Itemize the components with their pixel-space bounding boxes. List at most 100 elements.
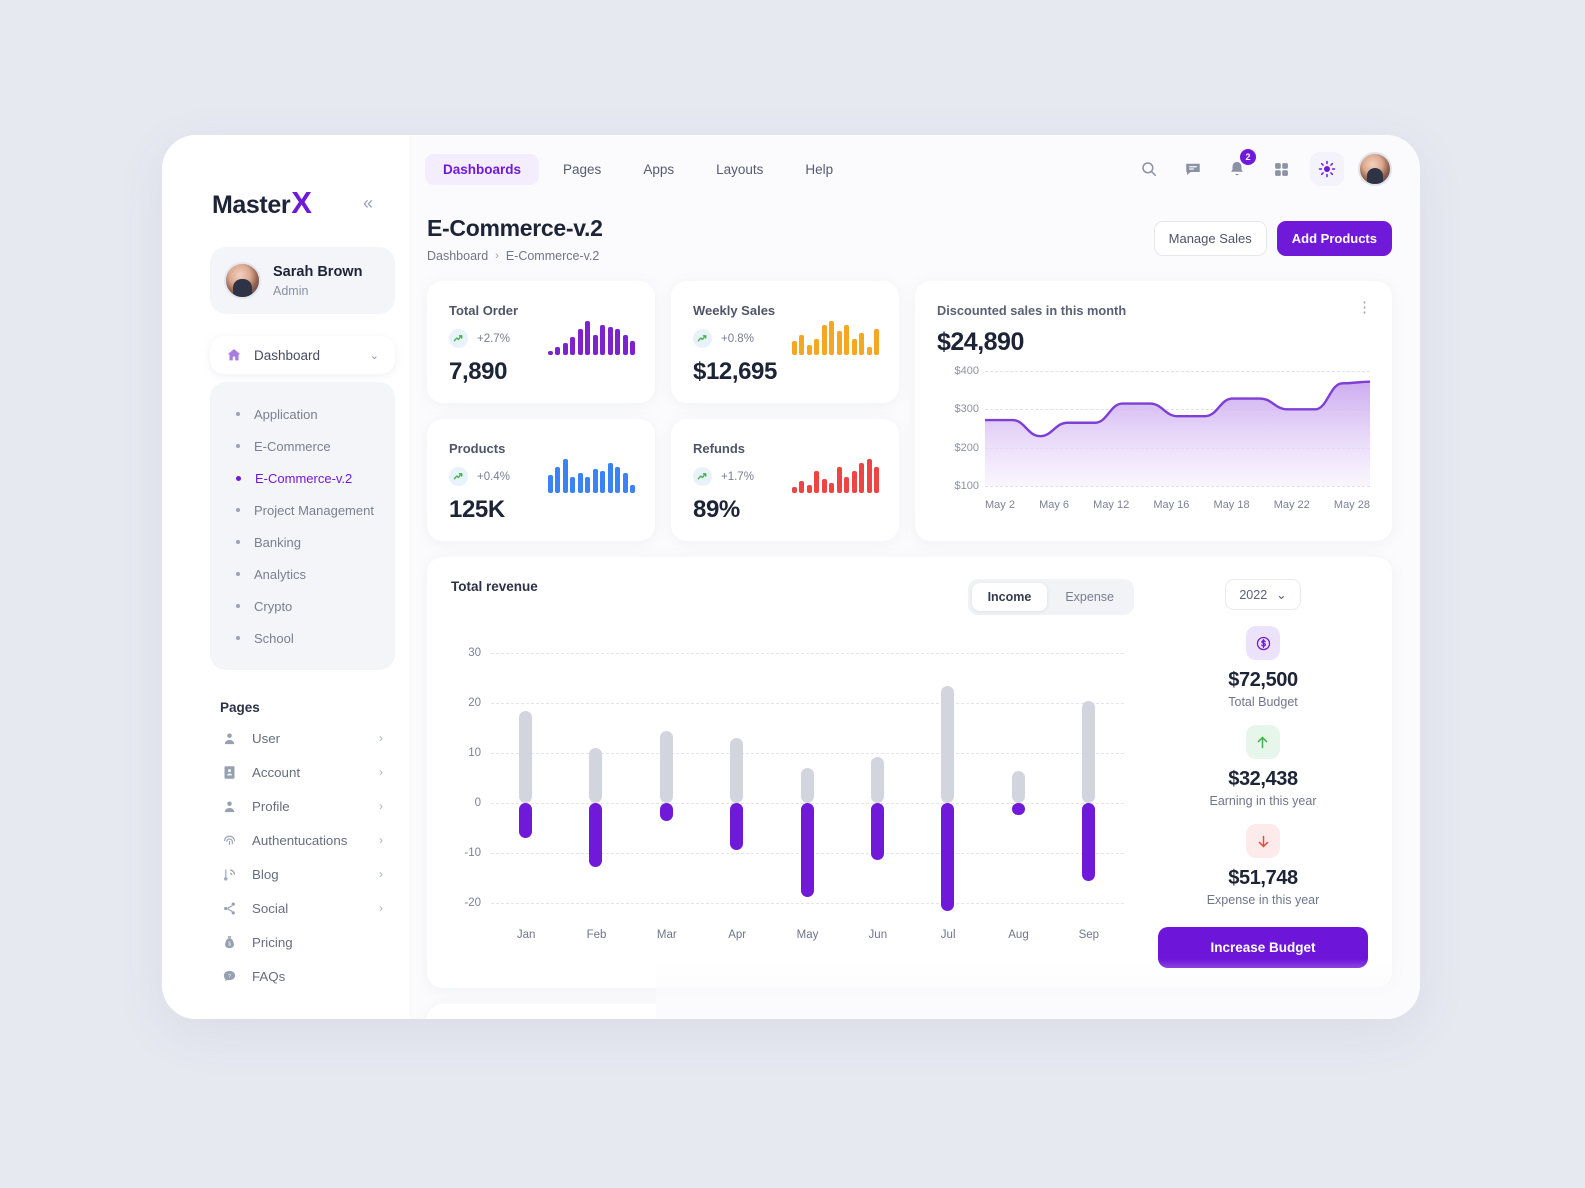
sidebar-subitem-ecommerce-v2[interactable]: E-Commerce-v.2 <box>210 462 395 494</box>
sparkline-chart <box>547 455 635 493</box>
sidebar-subitem-label: Banking <box>254 534 301 550</box>
sidebar-subitem-label: Application <box>254 406 318 422</box>
bar-group[interactable] <box>506 653 546 903</box>
main-content: Dashboards Pages Apps Layouts Help 2 E-C… <box>409 135 1420 1019</box>
profile-role: Admin <box>273 283 309 298</box>
budget-expense: $51,748 Expense in this year <box>1207 824 1319 907</box>
income-expense-toggle: Income Expense <box>967 579 1134 615</box>
bottom-card-left[interactable] <box>427 1004 717 1019</box>
stat-card-refunds[interactable]: Refunds +1.7% 89% <box>671 419 899 541</box>
sidebar-subitem[interactable]: Crypto <box>210 590 395 622</box>
bar-expense <box>589 803 603 867</box>
sidebar-subitem[interactable]: Banking <box>210 526 395 558</box>
sidebar-item-account[interactable]: Account › <box>210 755 395 789</box>
grid-icon[interactable] <box>1266 154 1296 184</box>
sidebar-item-label: User <box>252 730 281 746</box>
search-icon[interactable] <box>1134 154 1164 184</box>
bottom-card-right[interactable] <box>733 1004 1392 1019</box>
brand-accent-letter: X <box>291 185 312 220</box>
brightness-icon[interactable] <box>1310 152 1344 186</box>
budget-earning-value: $32,438 <box>1228 768 1298 790</box>
bell-icon[interactable]: 2 <box>1222 149 1256 184</box>
user-icon <box>220 731 238 746</box>
bar-income <box>1011 770 1025 803</box>
gridline <box>491 903 1124 904</box>
stat-card-products[interactable]: Products +0.4% 125K <box>427 419 655 541</box>
bar-group[interactable] <box>717 653 757 903</box>
bullet-icon <box>236 604 240 608</box>
bullet-icon <box>236 636 240 640</box>
sidebar-item-blog[interactable]: Blog › <box>210 857 395 891</box>
bar-income <box>800 768 814 803</box>
revenue-x-tick: Mar <box>656 929 677 941</box>
sidebar-subitem-label: E-Commerce <box>254 438 331 454</box>
tab-pages[interactable]: Pages <box>545 154 619 185</box>
bullet-icon <box>236 572 240 576</box>
stat-card-weekly-sales[interactable]: Weekly Sales +0.8% $12,695 <box>671 281 899 403</box>
sidebar-subitem[interactable]: Project Management <box>210 494 395 526</box>
sidebar-collapse-icon[interactable]: « <box>359 192 377 214</box>
user-avatar-button[interactable] <box>1358 152 1392 186</box>
area-x-tick: May 28 <box>1333 499 1370 511</box>
area-chart-y-axis: $100 $200 $300 $400 <box>937 365 979 492</box>
bar-expense <box>519 803 533 838</box>
increase-budget-button[interactable]: Increase Budget <box>1158 927 1368 968</box>
bar-group[interactable] <box>576 653 616 903</box>
bar-group[interactable] <box>858 653 898 903</box>
arrow-up-icon <box>1245 725 1280 759</box>
sidebar-item-authentucations[interactable]: Authentucations › <box>210 823 395 857</box>
tab-layouts[interactable]: Layouts <box>698 154 781 185</box>
tab-help[interactable]: Help <box>787 154 851 185</box>
sidebar-subitem-label: Crypto <box>254 598 293 614</box>
sidebar-item-user[interactable]: User › <box>210 721 395 755</box>
sidebar-subitem[interactable]: Analytics <box>210 558 395 590</box>
revenue-y-tick: 30 <box>468 647 481 659</box>
revenue-x-tick: May <box>796 929 819 941</box>
tab-dashboards[interactable]: Dashboards <box>425 153 540 185</box>
stat-delta-value: +2.7% <box>477 332 510 345</box>
sidebar-subitem[interactable]: School <box>210 622 395 654</box>
sidebar-item-dashboard[interactable]: Dashboard ⌄ <box>210 336 395 374</box>
stat-delta-value: +0.8% <box>721 332 754 345</box>
stat-card-total-order[interactable]: Total Order +2.7% 7,890 <box>427 281 655 403</box>
top-tabs: Dashboards Pages Apps Layouts Help <box>425 153 1134 185</box>
bar-group[interactable] <box>788 653 828 903</box>
stat-delta-value: +1.7% <box>721 470 754 483</box>
toggle-income[interactable]: Income <box>971 583 1048 611</box>
revenue-y-tick: 20 <box>468 697 481 709</box>
sidebar-item-social[interactable]: Social › <box>210 891 395 925</box>
bar-income <box>730 738 744 803</box>
add-products-button[interactable]: Add Products <box>1276 221 1392 256</box>
sidebar-pages-list: User › Account › Profile › Authentucatio… <box>210 721 409 993</box>
message-icon[interactable] <box>1178 154 1208 184</box>
year-select[interactable]: 2022 ⌄ <box>1225 579 1301 610</box>
sidebar-item-label: Profile <box>252 798 290 814</box>
breadcrumb-item-dashboard[interactable]: Dashboard <box>427 249 488 263</box>
bar-group[interactable] <box>647 653 687 903</box>
manage-sales-button[interactable]: Manage Sales <box>1153 221 1267 256</box>
trend-up-icon <box>693 467 712 486</box>
toggle-expense[interactable]: Expense <box>1049 583 1130 611</box>
sparkline-chart <box>547 317 635 355</box>
sidebar-item-dashboard-label: Dashboard <box>254 347 321 363</box>
brand-row: Master X « <box>162 135 409 221</box>
sidebar-subitem[interactable]: E-Commerce <box>210 430 395 462</box>
revenue-chart-plot <box>491 653 1124 911</box>
sidebar-item-label: Blog <box>252 866 279 882</box>
brand-logo[interactable]: Master X <box>212 185 312 221</box>
budget-total: $72,500 Total Budget <box>1228 626 1298 709</box>
sidebar-item-profile[interactable]: Profile › <box>210 789 395 823</box>
bar-group[interactable] <box>928 653 968 911</box>
kebab-menu-icon[interactable]: ⋮ <box>1357 300 1372 315</box>
tab-apps[interactable]: Apps <box>625 154 692 185</box>
sidebar-item-faqs[interactable]: ? FAQs <box>210 959 395 993</box>
sidebar-item-pricing[interactable]: $ Pricing <box>210 925 395 959</box>
bar-group[interactable] <box>999 653 1039 903</box>
bar-expense <box>800 803 814 897</box>
bar-group[interactable] <box>1069 653 1109 903</box>
area-y-tick: $400 <box>954 365 979 377</box>
sidebar-subitem[interactable]: Application <box>210 398 395 430</box>
sidebar-item-label: FAQs <box>252 968 286 984</box>
revenue-x-tick: Jul <box>940 929 956 941</box>
sidebar-profile-card[interactable]: Sarah Brown Admin <box>210 247 395 314</box>
